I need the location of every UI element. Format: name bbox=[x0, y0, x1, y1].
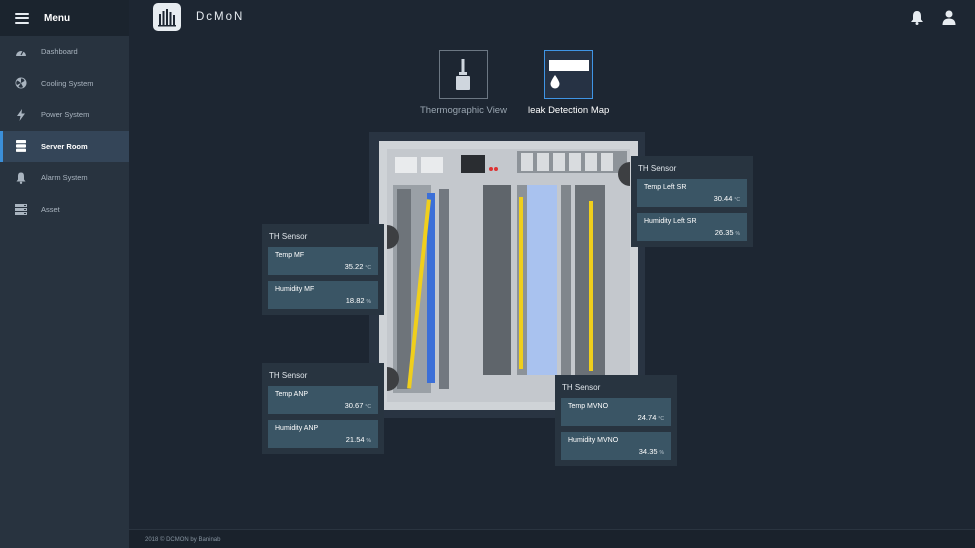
server-room-map[interactable] bbox=[379, 141, 638, 410]
sidebar-item-power-system[interactable]: Power System bbox=[0, 99, 129, 131]
view-box bbox=[438, 50, 488, 99]
metric-value: 26.35% bbox=[714, 228, 740, 237]
view-box bbox=[544, 50, 594, 99]
sensor-title: TH Sensor bbox=[269, 232, 308, 241]
humidity-metric: Humidity MF 18.82% bbox=[268, 281, 378, 309]
metric-value: 30.44 °C bbox=[713, 194, 740, 203]
server-icon bbox=[15, 140, 27, 153]
metric-label: Humidity MVNO bbox=[568, 437, 619, 444]
metric-label: Temp MVNO bbox=[568, 403, 609, 410]
temp-metric: Temp MVNO 24.74 °C bbox=[561, 398, 671, 426]
app-name: DcMoN bbox=[196, 11, 245, 23]
dashboard-icon bbox=[15, 46, 27, 58]
app-logo[interactable] bbox=[153, 3, 181, 31]
metric-value: 30.67 °C bbox=[344, 401, 371, 410]
metric-label: Humidity MF bbox=[275, 286, 315, 293]
sidebar-item-label: Power System bbox=[41, 110, 90, 120]
sidebar-item-server-room[interactable]: Server Room bbox=[0, 130, 129, 162]
logo-icon bbox=[158, 9, 176, 27]
humidity-metric: Humidity Left SR 26.35% bbox=[637, 213, 747, 241]
view-label: Thermographic View bbox=[420, 105, 507, 116]
view-label: leak Detection Map bbox=[528, 105, 610, 116]
temp-metric: Temp MF 35.22 °C bbox=[268, 247, 378, 275]
footer-copyright: 2018 © DCMON by Baninab bbox=[145, 537, 221, 543]
hamburger-icon[interactable] bbox=[15, 12, 29, 24]
room-floor-plan bbox=[387, 149, 630, 402]
leak-detection-map-button[interactable]: leak Detection Map bbox=[528, 50, 609, 116]
metric-label: Humidity ANP bbox=[275, 425, 319, 432]
menu-header[interactable]: Menu bbox=[0, 0, 129, 36]
metric-value: 24.74 °C bbox=[637, 413, 664, 422]
metric-label: Temp Left SR bbox=[644, 184, 687, 191]
temp-metric: Temp ANP 30.67 °C bbox=[268, 386, 378, 414]
fan-icon bbox=[15, 77, 27, 89]
humidity-metric: Humidity ANP 21.54% bbox=[268, 420, 378, 448]
room-floor bbox=[387, 149, 630, 402]
humidity-metric: Humidity MVNO 34.35% bbox=[561, 432, 671, 460]
metric-value: 21.54% bbox=[345, 435, 371, 444]
temp-metric: Temp Left SR 30.44 °C bbox=[637, 179, 747, 207]
sidebar: Menu Dashboard Cooling System Power Syst… bbox=[0, 0, 129, 548]
sensor-title: TH Sensor bbox=[562, 383, 601, 392]
sidebar-item-label: Dashboard bbox=[41, 47, 78, 57]
metric-label: Temp MF bbox=[275, 252, 305, 259]
sidebar-item-alarm-system[interactable]: Alarm System bbox=[0, 162, 129, 194]
sidebar-item-asset[interactable]: Asset bbox=[0, 194, 129, 226]
sensor-card-anp[interactable]: TH Sensor Temp ANP 30.67 °C Humidity ANP … bbox=[262, 363, 384, 454]
sensor-title: TH Sensor bbox=[269, 371, 308, 380]
sensor-card-left-sr[interactable]: TH Sensor Temp Left SR 30.44 °C Humidity … bbox=[631, 156, 753, 247]
sidebar-item-label: Alarm System bbox=[41, 173, 88, 183]
notification-bell-icon[interactable] bbox=[910, 10, 924, 30]
sensor-card-mvno[interactable]: TH Sensor Temp MVNO 24.74 °C Humidity MVN… bbox=[555, 375, 677, 466]
sidebar-item-label: Server Room bbox=[41, 141, 88, 151]
user-icon[interactable] bbox=[942, 10, 956, 30]
brush-icon bbox=[456, 58, 471, 90]
metric-value: 34.35% bbox=[638, 447, 664, 456]
sidebar-item-dashboard[interactable]: Dashboard bbox=[0, 36, 129, 68]
thermographic-view-button[interactable]: Thermographic View bbox=[420, 50, 507, 116]
metric-value: 35.22 °C bbox=[344, 262, 371, 271]
bell-icon bbox=[15, 172, 27, 184]
metric-label: Temp ANP bbox=[275, 391, 309, 398]
footer: 2018 © DCMON by Baninab bbox=[129, 529, 975, 548]
asset-icon bbox=[15, 203, 27, 215]
sidebar-item-cooling-system[interactable]: Cooling System bbox=[0, 68, 129, 100]
metric-value: 18.82% bbox=[345, 296, 371, 305]
sensor-card-mf[interactable]: TH Sensor Temp MF 35.22 °C Humidity MF 18… bbox=[262, 224, 384, 315]
bolt-icon bbox=[15, 108, 27, 121]
sensor-title: TH Sensor bbox=[638, 164, 677, 173]
sidebar-item-label: Cooling System bbox=[41, 78, 94, 88]
metric-label: Humidity Left SR bbox=[644, 218, 697, 225]
sidebar-item-label: Asset bbox=[41, 204, 60, 214]
menu-title: Menu bbox=[44, 12, 71, 24]
leak-drop-icon bbox=[548, 59, 589, 88]
